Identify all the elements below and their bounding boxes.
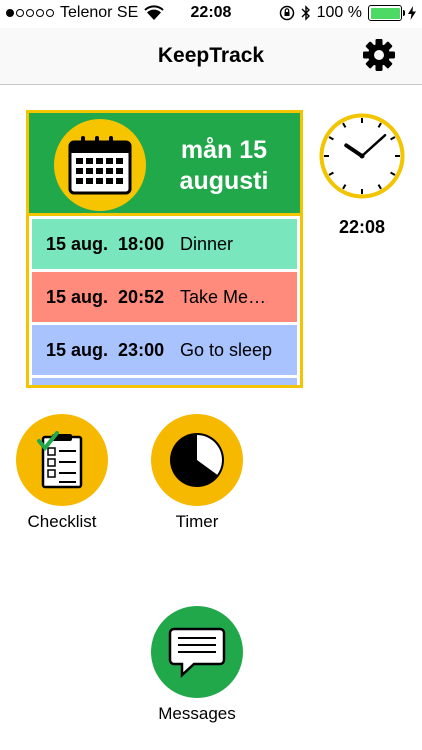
battery-percent: 100 % xyxy=(316,4,362,21)
checklist-icon-circle xyxy=(16,414,108,506)
event-title: Dinner xyxy=(180,233,234,254)
battery-icon xyxy=(368,5,405,21)
clock-time: 22:08 xyxy=(338,217,386,237)
event-row[interactable]: 15 aug. 23:00 Go to sleep xyxy=(32,325,297,375)
event-row[interactable]: 15 aug. 20:52 Take Me… xyxy=(32,272,297,322)
event-date: 15 aug. 20:52 xyxy=(46,286,165,307)
calendar-day: mån 15 xyxy=(180,136,268,164)
charging-bolt-icon xyxy=(408,6,416,20)
event-row[interactable]: 15 aug. 18:00 Dinner xyxy=(32,219,297,269)
bluetooth-icon xyxy=(301,5,310,21)
status-bar: Telenor SE 22:08 100 % xyxy=(0,0,422,28)
calendar-icon xyxy=(68,136,132,195)
nav-bar: KeepTrack xyxy=(0,28,422,85)
message-icon xyxy=(168,627,226,678)
event-title: Go to sleep xyxy=(180,339,273,360)
timer-label: Timer xyxy=(175,512,219,531)
calendar-date: mån 15 augusti xyxy=(159,135,289,197)
checklist-icon xyxy=(37,431,83,489)
calendar-header: mån 15 augusti xyxy=(29,113,300,216)
event-row-partial xyxy=(32,378,297,385)
orientation-lock-icon xyxy=(279,5,294,21)
messages-label: Messages xyxy=(158,704,236,723)
app-title: KeepTrack xyxy=(157,44,265,67)
messages-button[interactable]: Messages xyxy=(142,606,252,724)
timer-icon-circle xyxy=(151,414,243,506)
status-right: 100 % xyxy=(279,4,416,22)
timer-icon xyxy=(170,433,224,487)
calendar-widget[interactable]: mån 15 augusti 15 aug. 18:00 Dinner 15 a… xyxy=(26,110,303,388)
clock-icon[interactable] xyxy=(319,113,405,199)
event-date: 15 aug. 23:00 xyxy=(46,339,165,360)
event-title: Take Me… xyxy=(180,286,267,307)
checklist-label: Checklist xyxy=(27,512,97,531)
timer-button[interactable]: Timer xyxy=(142,414,252,532)
calendar-icon-circle xyxy=(54,119,146,211)
checklist-button[interactable]: Checklist xyxy=(7,414,117,532)
calendar-month: augusti xyxy=(179,167,269,195)
gear-icon[interactable] xyxy=(362,38,396,72)
messages-icon-circle xyxy=(151,606,243,698)
battery-fill xyxy=(370,7,400,19)
event-date: 15 aug. 18:00 xyxy=(46,233,165,254)
